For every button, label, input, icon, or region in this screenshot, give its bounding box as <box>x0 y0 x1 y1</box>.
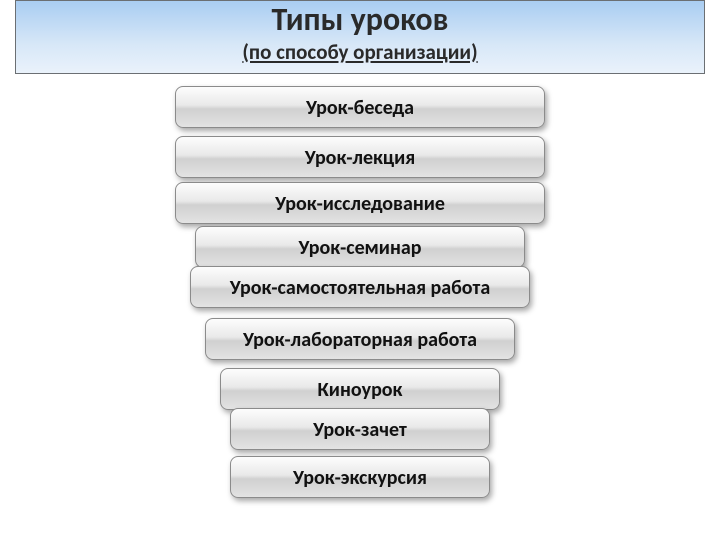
lesson-type-item: Урок-исследование <box>175 182 545 224</box>
slide-subtitle: (по способу организации) <box>16 39 704 65</box>
lesson-type-item: Урок-лекция <box>175 136 545 178</box>
slide-title: Типы уроков <box>16 3 704 37</box>
lesson-type-item: Урок-самостоятельная работа <box>190 266 530 308</box>
lesson-type-item: Урок-зачет <box>230 408 490 450</box>
lesson-type-item: Урок-семинар <box>195 226 525 268</box>
lesson-type-item: Урок-экскурсия <box>230 456 490 498</box>
lesson-type-item: Урок-лабораторная работа <box>205 318 515 360</box>
lesson-type-stack: Урок-беседа Урок-лекция Урок-исследовани… <box>0 74 720 540</box>
lesson-type-item: Урок-беседа <box>175 86 545 128</box>
lesson-type-item: Киноурок <box>220 368 500 410</box>
header-panel: Типы уроков (по способу организации) <box>15 0 705 74</box>
